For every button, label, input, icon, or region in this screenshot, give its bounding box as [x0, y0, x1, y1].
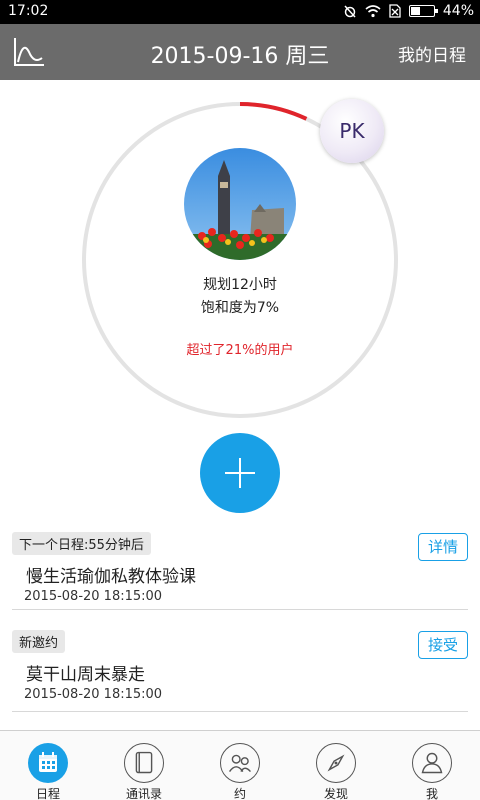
details-button[interactable]: 详情	[418, 533, 468, 561]
status-icons: 44%	[343, 3, 474, 19]
tab-label: 日程	[35, 787, 60, 800]
my-schedule-link[interactable]: 我的日程	[398, 41, 466, 66]
new-invitation-card[interactable]: 新邀约 莫干山周末暴走 2015-08-20 18:15:00 接受	[12, 630, 468, 712]
next-schedule-card[interactable]: 下一个日程:55分钟后 慢生活瑜伽私教体验课 2015-08-20 18:15:…	[12, 532, 468, 610]
contacts-book-icon	[124, 743, 164, 783]
saturation-progress-arc	[239, 102, 308, 121]
tab-me[interactable]: 我	[384, 731, 480, 800]
saturation-text: 饱和度为7%	[200, 300, 280, 316]
battery-percent: 44%	[442, 3, 474, 19]
tab-label: 我	[425, 787, 438, 800]
plan-hours-text: 规划12小时	[203, 277, 277, 293]
pk-button[interactable]: PK	[320, 99, 384, 163]
exceed-users-text: 超过了21%的用户	[186, 343, 294, 358]
people-icon	[220, 743, 260, 783]
tab-contacts[interactable]: 通讯录	[96, 731, 192, 800]
card-title: 莫干山周末暴走	[26, 665, 145, 685]
tab-appointments[interactable]: 约	[192, 731, 288, 800]
bottom-tab-bar: 日程 通讯录 约 发现 我	[0, 730, 480, 800]
tab-label: 约	[233, 787, 246, 800]
card-tag: 下一个日程:55分钟后	[12, 532, 151, 555]
battery-icon	[408, 5, 438, 17]
wifi-icon	[365, 5, 381, 18]
status-bar: 17:02 44%	[0, 0, 480, 24]
no-sim-icon	[389, 4, 401, 18]
tab-label: 通讯录	[125, 787, 162, 800]
app-header: 2015-09-16 周三 我的日程	[0, 24, 480, 80]
card-tag: 新邀约	[12, 630, 66, 653]
tab-schedule[interactable]: 日程	[0, 731, 96, 800]
calendar-icon	[28, 743, 68, 783]
tab-discover[interactable]: 发现	[288, 731, 384, 800]
accept-button[interactable]: 接受	[418, 631, 468, 659]
alarm-off-icon	[344, 5, 356, 18]
user-icon	[412, 743, 452, 783]
compass-icon	[316, 743, 356, 783]
status-time: 17:02	[8, 3, 49, 19]
card-time: 2015-08-20 18:15:00	[24, 687, 163, 702]
tab-label: 发现	[323, 787, 348, 800]
card-title: 慢生活瑜伽私教体验课	[26, 567, 196, 587]
avatar-photo	[184, 148, 296, 260]
card-time: 2015-08-20 18:15:00	[24, 589, 163, 604]
add-schedule-button[interactable]	[200, 433, 280, 513]
